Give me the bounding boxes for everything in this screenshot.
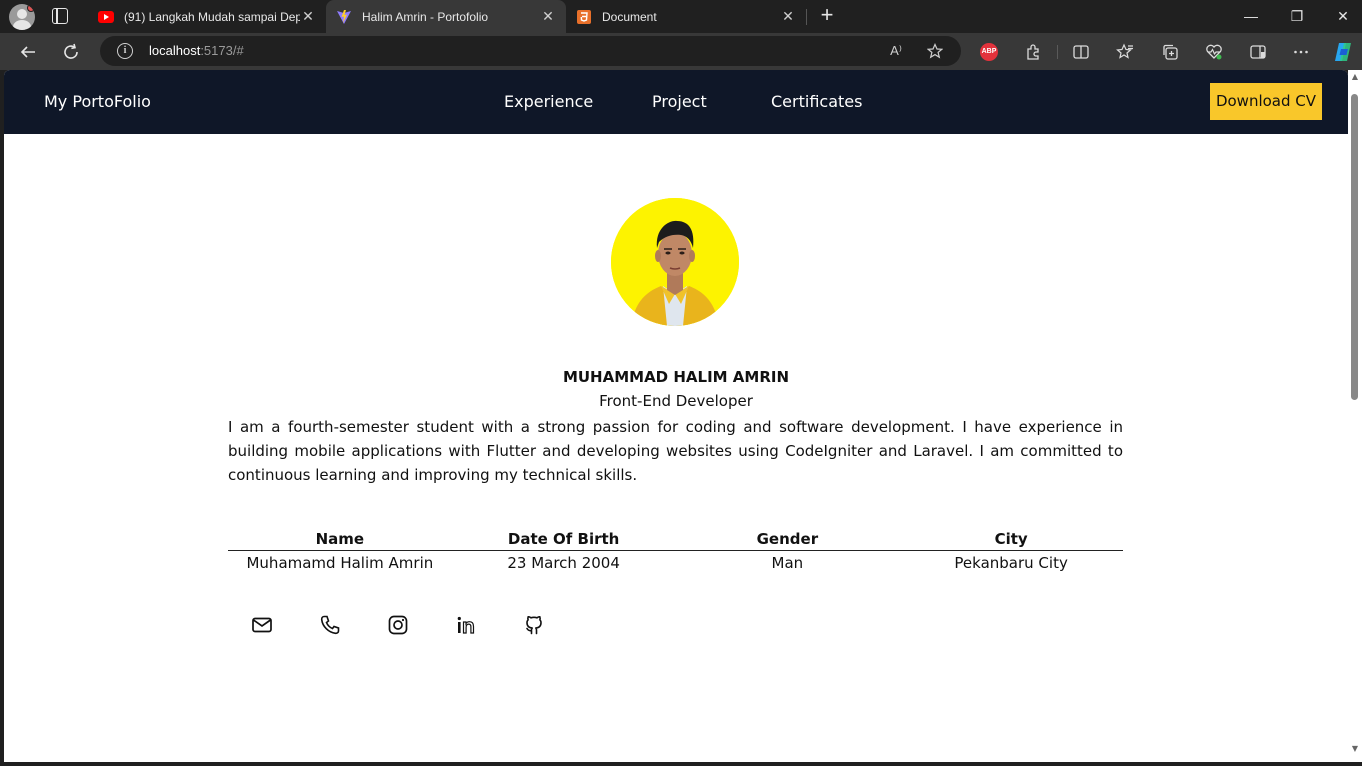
tab-actions-icon[interactable]	[52, 8, 68, 24]
browser-essentials-icon[interactable]	[1203, 41, 1225, 63]
favorites-icon[interactable]	[1114, 41, 1136, 63]
instagram-icon[interactable]	[386, 613, 410, 637]
read-aloud-icon[interactable]: A⁾	[887, 42, 905, 60]
table-cell-gender: Man	[771, 554, 804, 573]
table-header-gender: Gender	[675, 528, 900, 551]
youtube-icon	[98, 9, 114, 25]
extensions-icon[interactable]	[1022, 41, 1044, 63]
phone-icon[interactable]	[318, 613, 342, 637]
github-icon[interactable]	[522, 613, 546, 637]
browser-tab-bar: (91) Langkah Mudah sampai Dep ✕ Halim Am…	[0, 0, 1362, 33]
browser-toolbar: i localhost:5173/# A⁾ ABP	[0, 33, 1362, 70]
restore-icon[interactable]: ❐	[1274, 0, 1320, 33]
page-viewport: My PortoFolio Experience Project Certifi…	[4, 70, 1348, 762]
address-bar[interactable]: i localhost:5173/# A⁾	[100, 36, 961, 66]
profile-role: Front-End Developer	[599, 392, 753, 410]
tab-title: Document	[602, 9, 657, 24]
html5-icon	[576, 9, 592, 25]
tab-youtube[interactable]: (91) Langkah Mudah sampai Dep ✕	[88, 0, 326, 33]
tab-document[interactable]: Document ✕	[566, 0, 806, 33]
collections-icon[interactable]	[1159, 41, 1181, 63]
split-screen-icon[interactable]	[1070, 41, 1092, 63]
adblock-plus-icon[interactable]: ABP	[978, 41, 1000, 63]
favorite-star-icon[interactable]	[926, 42, 944, 60]
table-header-dob: Date Of Birth	[451, 528, 676, 551]
close-tab-icon[interactable]: ✕	[540, 8, 556, 25]
new-tab-icon[interactable]: +	[816, 4, 838, 27]
minimize-icon[interactable]: —	[1228, 0, 1274, 33]
profile-photo	[611, 198, 739, 326]
table-header-name: Name	[228, 528, 452, 551]
table-cell-dob: 23 March 2004	[507, 554, 620, 573]
tab-title: Halim Amrin - Portofolio	[362, 9, 489, 24]
linkedin-icon[interactable]	[454, 613, 478, 637]
tab-title: (91) Langkah Mudah sampai Dep	[124, 9, 300, 24]
back-icon[interactable]	[15, 39, 41, 65]
scroll-down-icon[interactable]: ▼	[1350, 744, 1360, 753]
site-navbar: My PortoFolio Experience Project Certifi…	[4, 70, 1348, 134]
profile-bio: I am a fourth-semester student with a st…	[228, 418, 1123, 484]
url-text[interactable]: localhost:5173/#	[149, 43, 244, 58]
table-row: Muhamamd Halim Amrin 23 March 2004 Man P…	[228, 550, 1123, 576]
table-cell-name: Muhamamd Halim Amrin	[246, 554, 434, 573]
close-tab-icon[interactable]: ✕	[300, 8, 316, 25]
nav-experience[interactable]: Experience	[504, 92, 593, 111]
profile-avatar-icon[interactable]	[9, 4, 35, 30]
table-header-city: City	[899, 528, 1123, 551]
social-links	[250, 613, 590, 637]
nav-certificates[interactable]: Certificates	[771, 92, 862, 111]
copilot-icon[interactable]	[1332, 41, 1354, 63]
page-scrollbar[interactable]: ▲ ▼	[1348, 70, 1362, 762]
close-window-icon[interactable]: ✕	[1320, 0, 1362, 33]
table-cell-city: Pekanbaru City	[954, 554, 1068, 573]
personal-info-table: Name Date Of Birth Gender City Muhamamd …	[228, 528, 1123, 576]
close-tab-icon[interactable]: ✕	[780, 8, 796, 25]
mail-icon[interactable]	[250, 613, 274, 637]
brand-logo[interactable]: My PortoFolio	[44, 92, 151, 111]
refresh-icon[interactable]	[58, 39, 84, 65]
vite-icon	[336, 9, 352, 25]
scrollbar-thumb[interactable]	[1351, 94, 1358, 400]
more-icon[interactable]	[1290, 41, 1312, 63]
profile-name: MUHAMMAD HALIM AMRIN	[562, 368, 790, 386]
sidebar-icon[interactable]	[1247, 41, 1269, 63]
site-info-icon[interactable]: i	[117, 43, 133, 59]
tab-portfolio[interactable]: Halim Amrin - Portofolio ✕	[326, 0, 566, 33]
nav-project[interactable]: Project	[652, 92, 707, 111]
download-cv-button[interactable]: Download CV	[1210, 83, 1322, 120]
scroll-up-icon[interactable]: ▲	[1350, 72, 1360, 81]
